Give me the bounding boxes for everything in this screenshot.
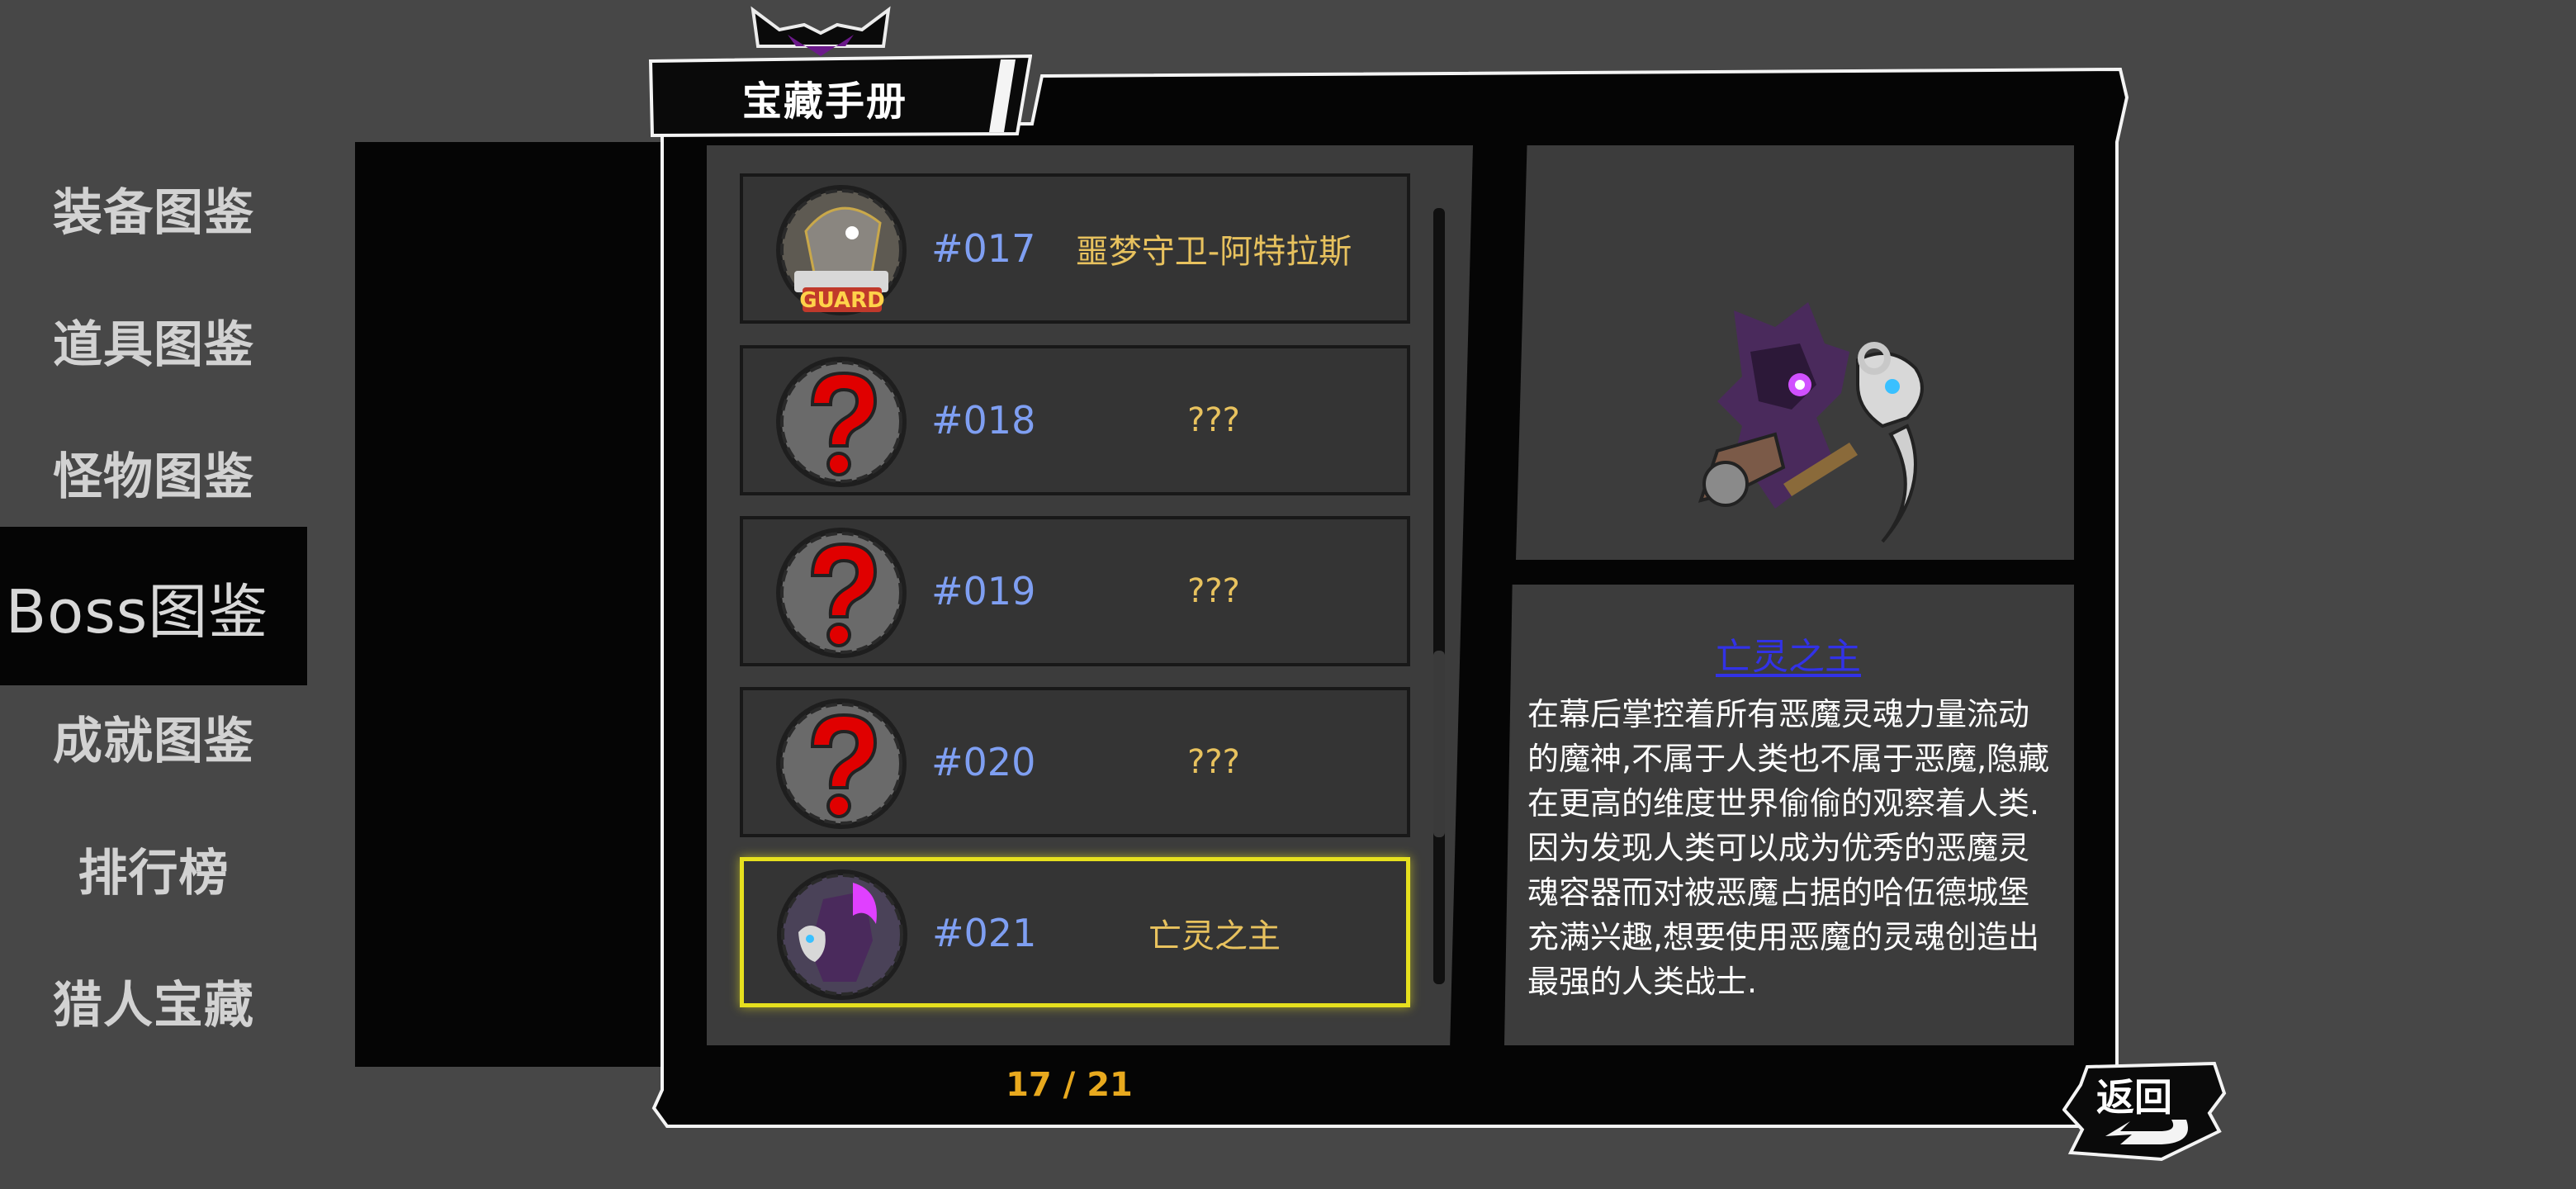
question-mark-icon — [773, 524, 910, 661]
sidebar-item[interactable]: 排行榜 — [0, 803, 307, 935]
boss-name: 亡灵之主 — [1716, 636, 1861, 678]
boss-list-name: ??? — [1187, 572, 1240, 610]
boss-list-row[interactable]: #020??? — [740, 687, 1410, 837]
boss-number: #021 — [932, 911, 1037, 955]
boss-list-name: ??? — [1187, 743, 1240, 781]
boss-number: #020 — [931, 740, 1036, 784]
sidebar-item[interactable]: Boss图鉴 — [0, 527, 307, 685]
scrollbar-thumb[interactable] — [1433, 651, 1445, 837]
boss-list-name: 噩梦守卫-阿特拉斯 — [1075, 233, 1352, 271]
boss-number: #018 — [931, 398, 1036, 443]
boss-list-row[interactable]: GUARD #017 噩梦守卫-阿特拉斯 — [740, 173, 1410, 324]
question-mark-icon — [773, 353, 910, 490]
category-sidebar — [355, 142, 662, 1067]
boss-number: #019 — [931, 569, 1036, 613]
page-indicator: 17 / 21 — [1006, 1066, 1133, 1104]
undead-lord-portrait-icon — [1698, 302, 1924, 543]
boss-description: 在幕后掌控着所有恶魔灵魂力量流动的魔神,不属于人类也不属于恶魔,隐藏在更高的维度… — [1527, 696, 2050, 1000]
boss-list-row[interactable]: #018??? — [740, 345, 1410, 495]
list-scrollbar[interactable] — [1433, 208, 1445, 984]
boss-list-name: 亡灵之主 — [1148, 917, 1281, 955]
sidebar-item[interactable]: 猎人宝藏 — [0, 935, 307, 1067]
boss-list-row[interactable]: #021 亡灵之主 — [740, 857, 1410, 1007]
nightmare-guard-icon: GUARD — [773, 182, 910, 319]
boss-list-row[interactable]: #019??? — [740, 516, 1410, 666]
sidebar-item[interactable]: 怪物图鉴 — [0, 406, 307, 538]
question-mark-icon — [773, 695, 910, 832]
sidebar-item[interactable]: 道具图鉴 — [0, 274, 307, 406]
boss-list-name: ??? — [1187, 401, 1240, 439]
undead-lord-icon — [774, 866, 911, 1003]
svg-text:GUARD: GUARD — [799, 288, 884, 313]
sidebar-item[interactable]: 装备图鉴 — [0, 142, 307, 274]
return-button-label[interactable]: 返回 — [2089, 1068, 2180, 1121]
sidebar-item[interactable]: 成就图鉴 — [0, 670, 307, 803]
page-title: 宝藏手册 — [741, 78, 907, 125]
boss-number: #017 — [931, 226, 1036, 271]
